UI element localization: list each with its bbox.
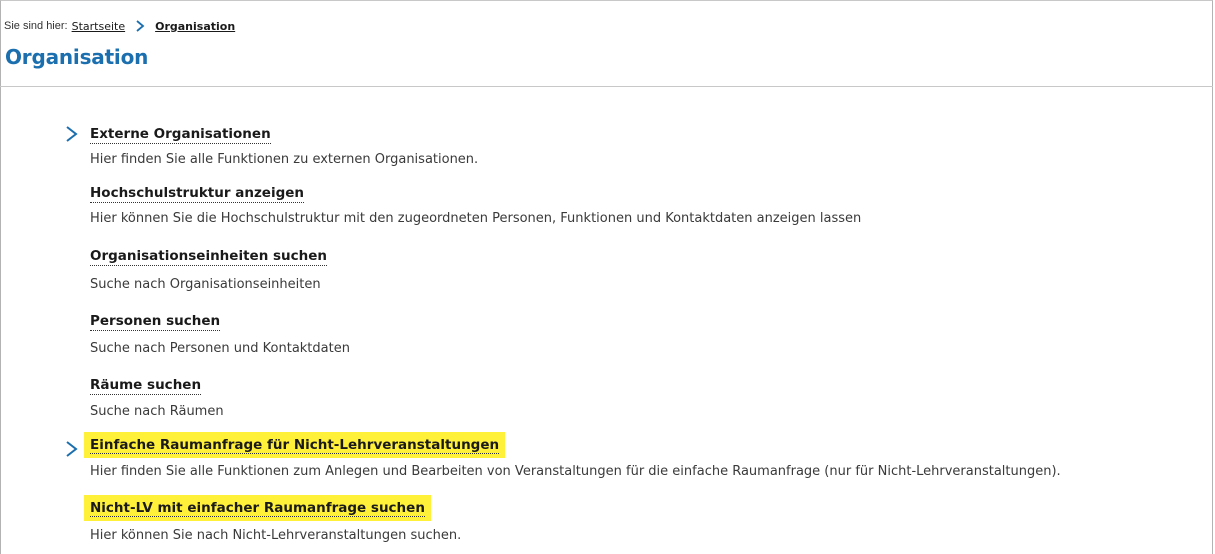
- chevron-right-icon: [136, 20, 145, 32]
- menu-link-externe-organisationen[interactable]: Externe Organisationen: [90, 126, 271, 144]
- menu-link-hochschulstruktur-anzeigen[interactable]: Hochschulstruktur anzeigen: [90, 185, 305, 203]
- chevron-right-icon[interactable]: [64, 440, 80, 458]
- breadcrumb-link-startseite[interactable]: Startseite: [72, 20, 126, 33]
- menu-description: Hier finden Sie alle Funktionen zu exter…: [90, 152, 479, 167]
- menu-link-einfache-raumanfrage[interactable]: Einfache Raumanfrage für Nicht-Lehrveran…: [84, 432, 506, 458]
- menu-link-label: Nicht-LV mit einfacher Raumanfrage suche…: [90, 500, 425, 517]
- title-divider: [0, 86, 1213, 87]
- menu-description: Hier finden Sie alle Funktionen zum Anle…: [90, 464, 1061, 479]
- menu-link-organisationseinheiten-suchen[interactable]: Organisationseinheiten suchen: [90, 248, 328, 266]
- menu-link-nicht-lv-suchen[interactable]: Nicht-LV mit einfacher Raumanfrage suche…: [84, 495, 431, 521]
- menu-description: Hier können Sie die Hochschulstruktur mi…: [90, 211, 862, 226]
- breadcrumb-prefix: Sie sind hier:: [4, 20, 68, 32]
- breadcrumb: Sie sind hier: Startseite Organisation: [4, 19, 235, 33]
- menu-description: Suche nach Organisationseinheiten: [90, 277, 321, 292]
- menu-link-raeume-suchen[interactable]: Räume suchen: [90, 377, 202, 395]
- menu-description: Hier können Sie nach Nicht-Lehrveranstal…: [90, 528, 462, 543]
- chevron-right-icon[interactable]: [64, 125, 80, 143]
- menu-description: Suche nach Personen und Kontaktdaten: [90, 341, 350, 356]
- menu-description: Suche nach Räumen: [90, 404, 224, 419]
- menu-link-personen-suchen[interactable]: Personen suchen: [90, 313, 221, 331]
- breadcrumb-link-organisation[interactable]: Organisation: [155, 20, 235, 33]
- menu-link-label: Einfache Raumanfrage für Nicht-Lehrveran…: [90, 437, 500, 454]
- page-title: Organisation: [5, 45, 149, 69]
